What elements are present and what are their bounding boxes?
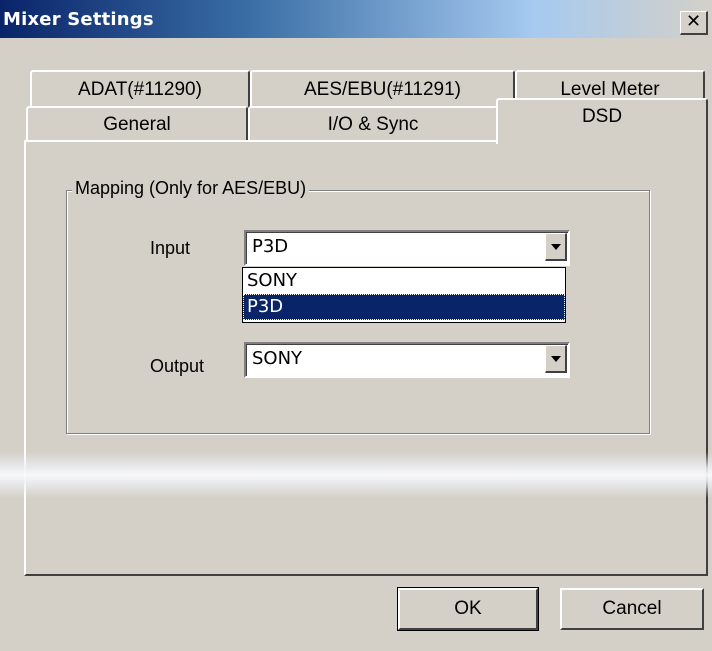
output-value: SONY bbox=[252, 348, 303, 369]
output-label: Output bbox=[150, 356, 205, 376]
close-icon: ✕ bbox=[685, 11, 702, 32]
input-value: P3D bbox=[252, 236, 289, 257]
image-smear-artifact bbox=[0, 452, 712, 498]
ok-button-label: OK bbox=[454, 598, 482, 619]
cancel-button[interactable]: Cancel bbox=[560, 588, 704, 630]
tab-label: DSD bbox=[581, 106, 623, 127]
tab-panel-dsd: Mapping (Only for AES/EBU) Input P3D Out… bbox=[24, 140, 708, 576]
tab-label: ADAT(#11290) bbox=[78, 79, 202, 100]
tab-io-sync[interactable]: I/O & Sync bbox=[248, 106, 498, 142]
input-dropdown-list: SONY P3D bbox=[242, 267, 566, 323]
output-dropdown-button[interactable] bbox=[545, 345, 567, 373]
tab-dsd[interactable]: DSD bbox=[496, 98, 708, 144]
input-combobox[interactable]: P3D bbox=[244, 230, 570, 266]
tab-general[interactable]: General bbox=[26, 106, 248, 142]
tab-label: Level Meter bbox=[560, 79, 660, 100]
input-dropdown-button[interactable] bbox=[545, 233, 567, 261]
cancel-button-label: Cancel bbox=[602, 598, 662, 619]
chevron-down-icon bbox=[551, 356, 561, 362]
tab-adat[interactable]: ADAT(#11290) bbox=[30, 70, 250, 108]
close-button[interactable]: ✕ bbox=[680, 11, 708, 35]
title-bar: Mixer Settings ✕ bbox=[0, 0, 712, 38]
chevron-down-icon bbox=[551, 244, 561, 250]
window-title: Mixer Settings bbox=[3, 9, 154, 30]
input-label: Input bbox=[150, 238, 191, 258]
mapping-group-label: Mapping (Only for AES/EBU) bbox=[72, 178, 310, 199]
dropdown-option-sony[interactable]: SONY bbox=[243, 268, 565, 294]
output-combobox[interactable]: SONY bbox=[244, 342, 570, 378]
ok-button[interactable]: OK bbox=[397, 587, 539, 631]
tab-aes-ebu[interactable]: AES/EBU(#11291) bbox=[250, 70, 515, 108]
tab-label: I/O & Sync bbox=[327, 114, 419, 135]
tab-label: General bbox=[103, 114, 171, 135]
tab-label: AES/EBU(#11291) bbox=[303, 79, 461, 100]
dropdown-option-p3d[interactable]: P3D bbox=[243, 294, 565, 320]
